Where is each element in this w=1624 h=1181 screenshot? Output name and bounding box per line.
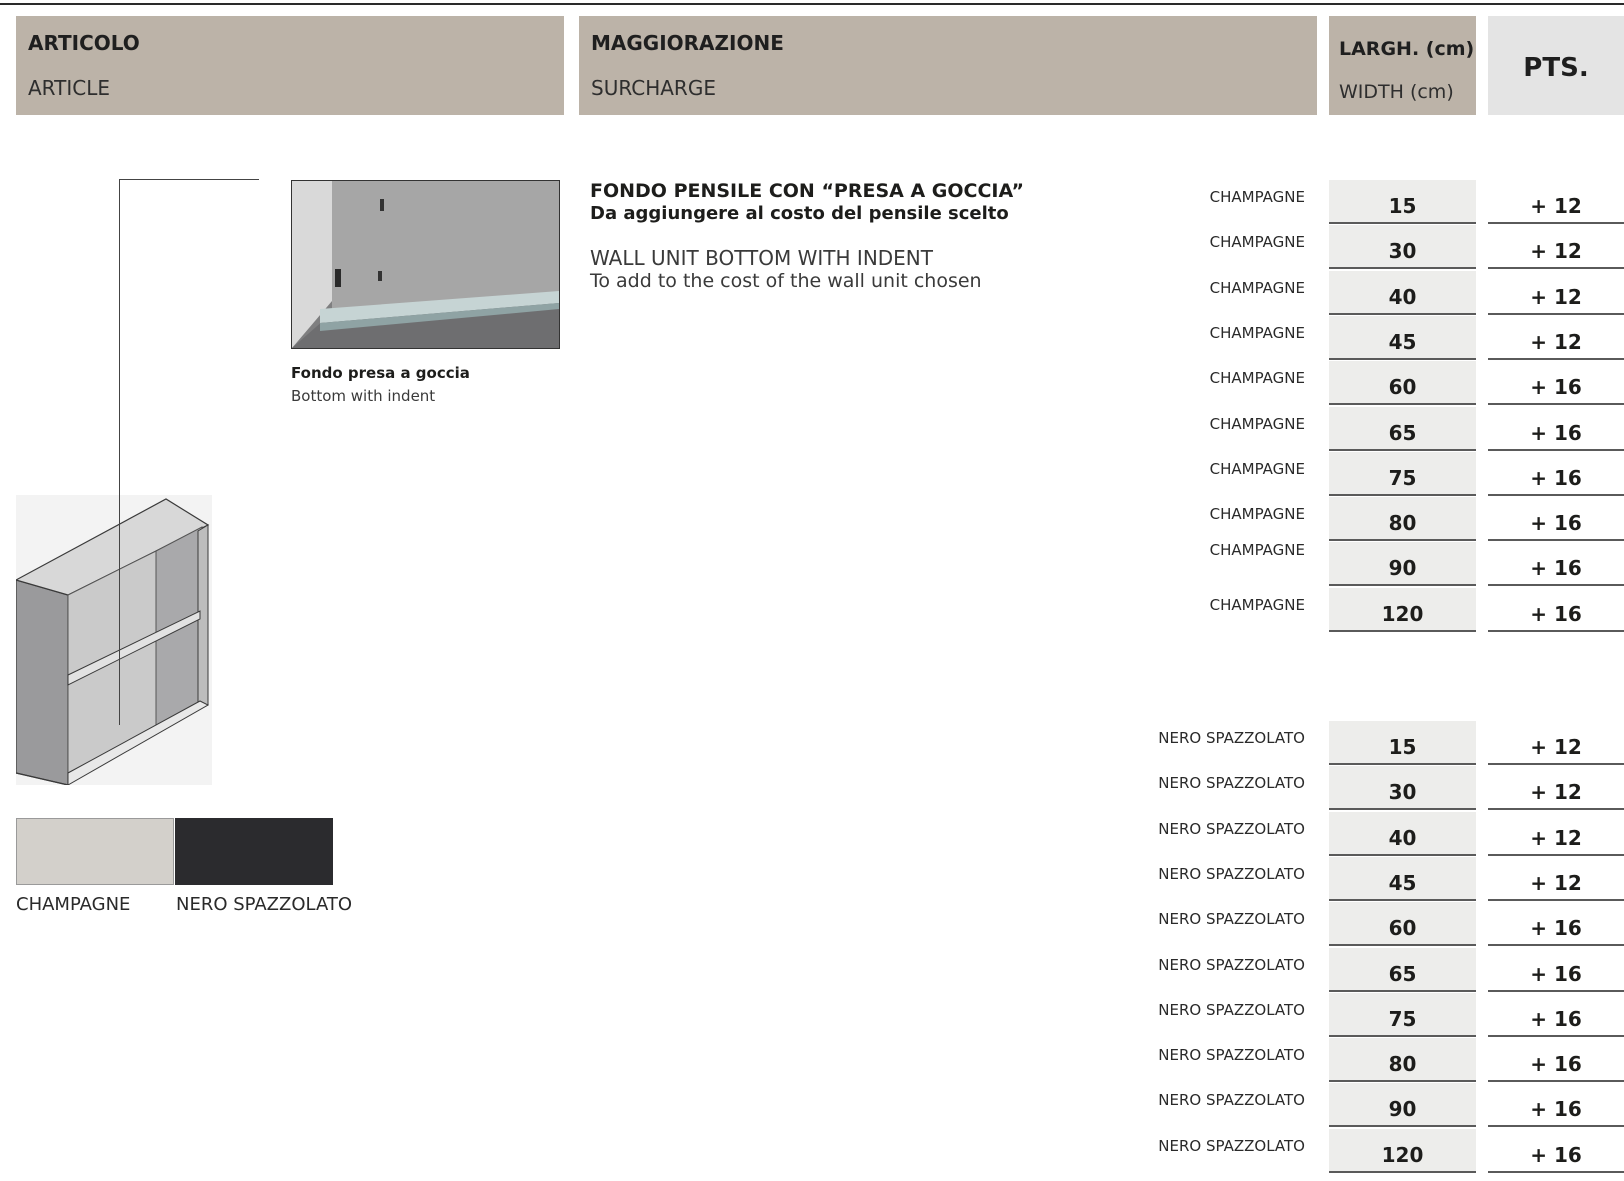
wall-unit-illustration xyxy=(16,495,212,785)
header-width-it: LARGH. (cm) xyxy=(1339,38,1475,60)
points-cell: + 16 xyxy=(1488,993,1624,1037)
finish-label: NERO SPAZZOLATO xyxy=(1158,1091,1305,1109)
points-cell: + 16 xyxy=(1488,1129,1624,1173)
header-points-label: PTS. xyxy=(1523,53,1589,83)
finish-label: CHAMPAGNE xyxy=(1209,415,1305,433)
header-surcharge-it: MAGGIORAZIONE xyxy=(591,31,784,55)
finish-label: CHAMPAGNE xyxy=(1209,505,1305,523)
points-cell: + 16 xyxy=(1488,1038,1624,1082)
finish-label: NERO SPAZZOLATO xyxy=(1158,865,1305,883)
width-cell: 30 xyxy=(1329,766,1476,810)
points-cell: + 16 xyxy=(1488,497,1624,541)
width-cell: 75 xyxy=(1329,993,1476,1037)
finish-label: NERO SPAZZOLATO xyxy=(1158,956,1305,974)
header-article-en: ARTICLE xyxy=(28,76,110,100)
photo-caption-en: Bottom with indent xyxy=(291,387,436,405)
header-points: PTS. xyxy=(1488,16,1624,115)
points-cell: + 16 xyxy=(1488,588,1624,632)
points-cell: + 16 xyxy=(1488,948,1624,992)
points-cell: + 16 xyxy=(1488,361,1624,405)
finish-label: NERO SPAZZOLATO xyxy=(1158,1046,1305,1064)
points-cell: + 12 xyxy=(1488,225,1624,269)
width-cell: 120 xyxy=(1329,1129,1476,1173)
finish-label: CHAMPAGNE xyxy=(1209,324,1305,342)
points-cell: + 12 xyxy=(1488,766,1624,810)
swatch-champagne xyxy=(16,818,174,885)
swatch-label-nero-spazzolato: NERO SPAZZOLATO xyxy=(176,894,353,915)
header-article-it: ARTICOLO xyxy=(28,31,140,55)
top-rule xyxy=(0,3,1624,5)
width-cell: 30 xyxy=(1329,225,1476,269)
width-cell: 80 xyxy=(1329,497,1476,541)
leader-line-horizontal xyxy=(119,179,259,180)
header-width-en: WIDTH (cm) xyxy=(1339,81,1454,103)
width-cell: 60 xyxy=(1329,361,1476,405)
points-cell: + 16 xyxy=(1488,452,1624,496)
points-cell: + 16 xyxy=(1488,902,1624,946)
points-cell: + 12 xyxy=(1488,180,1624,224)
finish-label: CHAMPAGNE xyxy=(1209,541,1305,559)
finish-label: CHAMPAGNE xyxy=(1209,279,1305,297)
finish-label: NERO SPAZZOLATO xyxy=(1158,774,1305,792)
points-cell: + 12 xyxy=(1488,812,1624,856)
header-article: ARTICOLO ARTICLE xyxy=(16,16,564,115)
product-title-it: FONDO PENSILE CON “PRESA A GOCCIA” xyxy=(590,180,1024,202)
product-title-en: WALL UNIT BOTTOM WITH INDENT xyxy=(590,246,933,270)
finish-label: NERO SPAZZOLATO xyxy=(1158,1137,1305,1155)
width-cell: 80 xyxy=(1329,1038,1476,1082)
width-cell: 60 xyxy=(1329,902,1476,946)
points-cell: + 12 xyxy=(1488,271,1624,315)
finish-label: NERO SPAZZOLATO xyxy=(1158,910,1305,928)
width-cell: 40 xyxy=(1329,812,1476,856)
finish-label: CHAMPAGNE xyxy=(1209,596,1305,614)
finish-label: NERO SPAZZOLATO xyxy=(1158,820,1305,838)
header-surcharge: MAGGIORAZIONE SURCHARGE xyxy=(579,16,1317,115)
width-cell: 40 xyxy=(1329,271,1476,315)
header-surcharge-en: SURCHARGE xyxy=(591,76,716,100)
points-cell: + 16 xyxy=(1488,407,1624,451)
finish-label: CHAMPAGNE xyxy=(1209,369,1305,387)
width-cell: 15 xyxy=(1329,180,1476,224)
bottom-with-indent-photo xyxy=(292,181,559,348)
width-cell: 65 xyxy=(1329,407,1476,451)
width-cell: 15 xyxy=(1329,721,1476,765)
finish-label: CHAMPAGNE xyxy=(1209,460,1305,478)
points-cell: + 16 xyxy=(1488,542,1624,586)
header-width: LARGH. (cm) WIDTH (cm) xyxy=(1329,16,1476,115)
photo-caption-it: Fondo presa a goccia xyxy=(291,364,470,382)
finish-label: CHAMPAGNE xyxy=(1209,188,1305,206)
points-cell: + 12 xyxy=(1488,721,1624,765)
width-cell: 45 xyxy=(1329,316,1476,360)
product-subtitle-it: Da aggiungere al costo del pensile scelt… xyxy=(590,203,1009,224)
width-cell: 120 xyxy=(1329,588,1476,632)
width-cell: 90 xyxy=(1329,1083,1476,1127)
width-cell: 90 xyxy=(1329,542,1476,586)
finish-label: NERO SPAZZOLATO xyxy=(1158,729,1305,747)
width-cell: 75 xyxy=(1329,452,1476,496)
product-photo xyxy=(291,180,560,349)
product-subtitle-en: To add to the cost of the wall unit chos… xyxy=(590,270,982,292)
swatch-nero-spazzolato xyxy=(175,818,333,885)
finish-label: NERO SPAZZOLATO xyxy=(1158,1001,1305,1019)
points-cell: + 16 xyxy=(1488,1083,1624,1127)
width-cell: 65 xyxy=(1329,948,1476,992)
points-cell: + 12 xyxy=(1488,316,1624,360)
swatch-label-champagne: CHAMPAGNE xyxy=(16,894,131,915)
finish-label: CHAMPAGNE xyxy=(1209,233,1305,251)
leader-line-vertical xyxy=(119,179,120,725)
points-cell: + 12 xyxy=(1488,857,1624,901)
width-cell: 45 xyxy=(1329,857,1476,901)
